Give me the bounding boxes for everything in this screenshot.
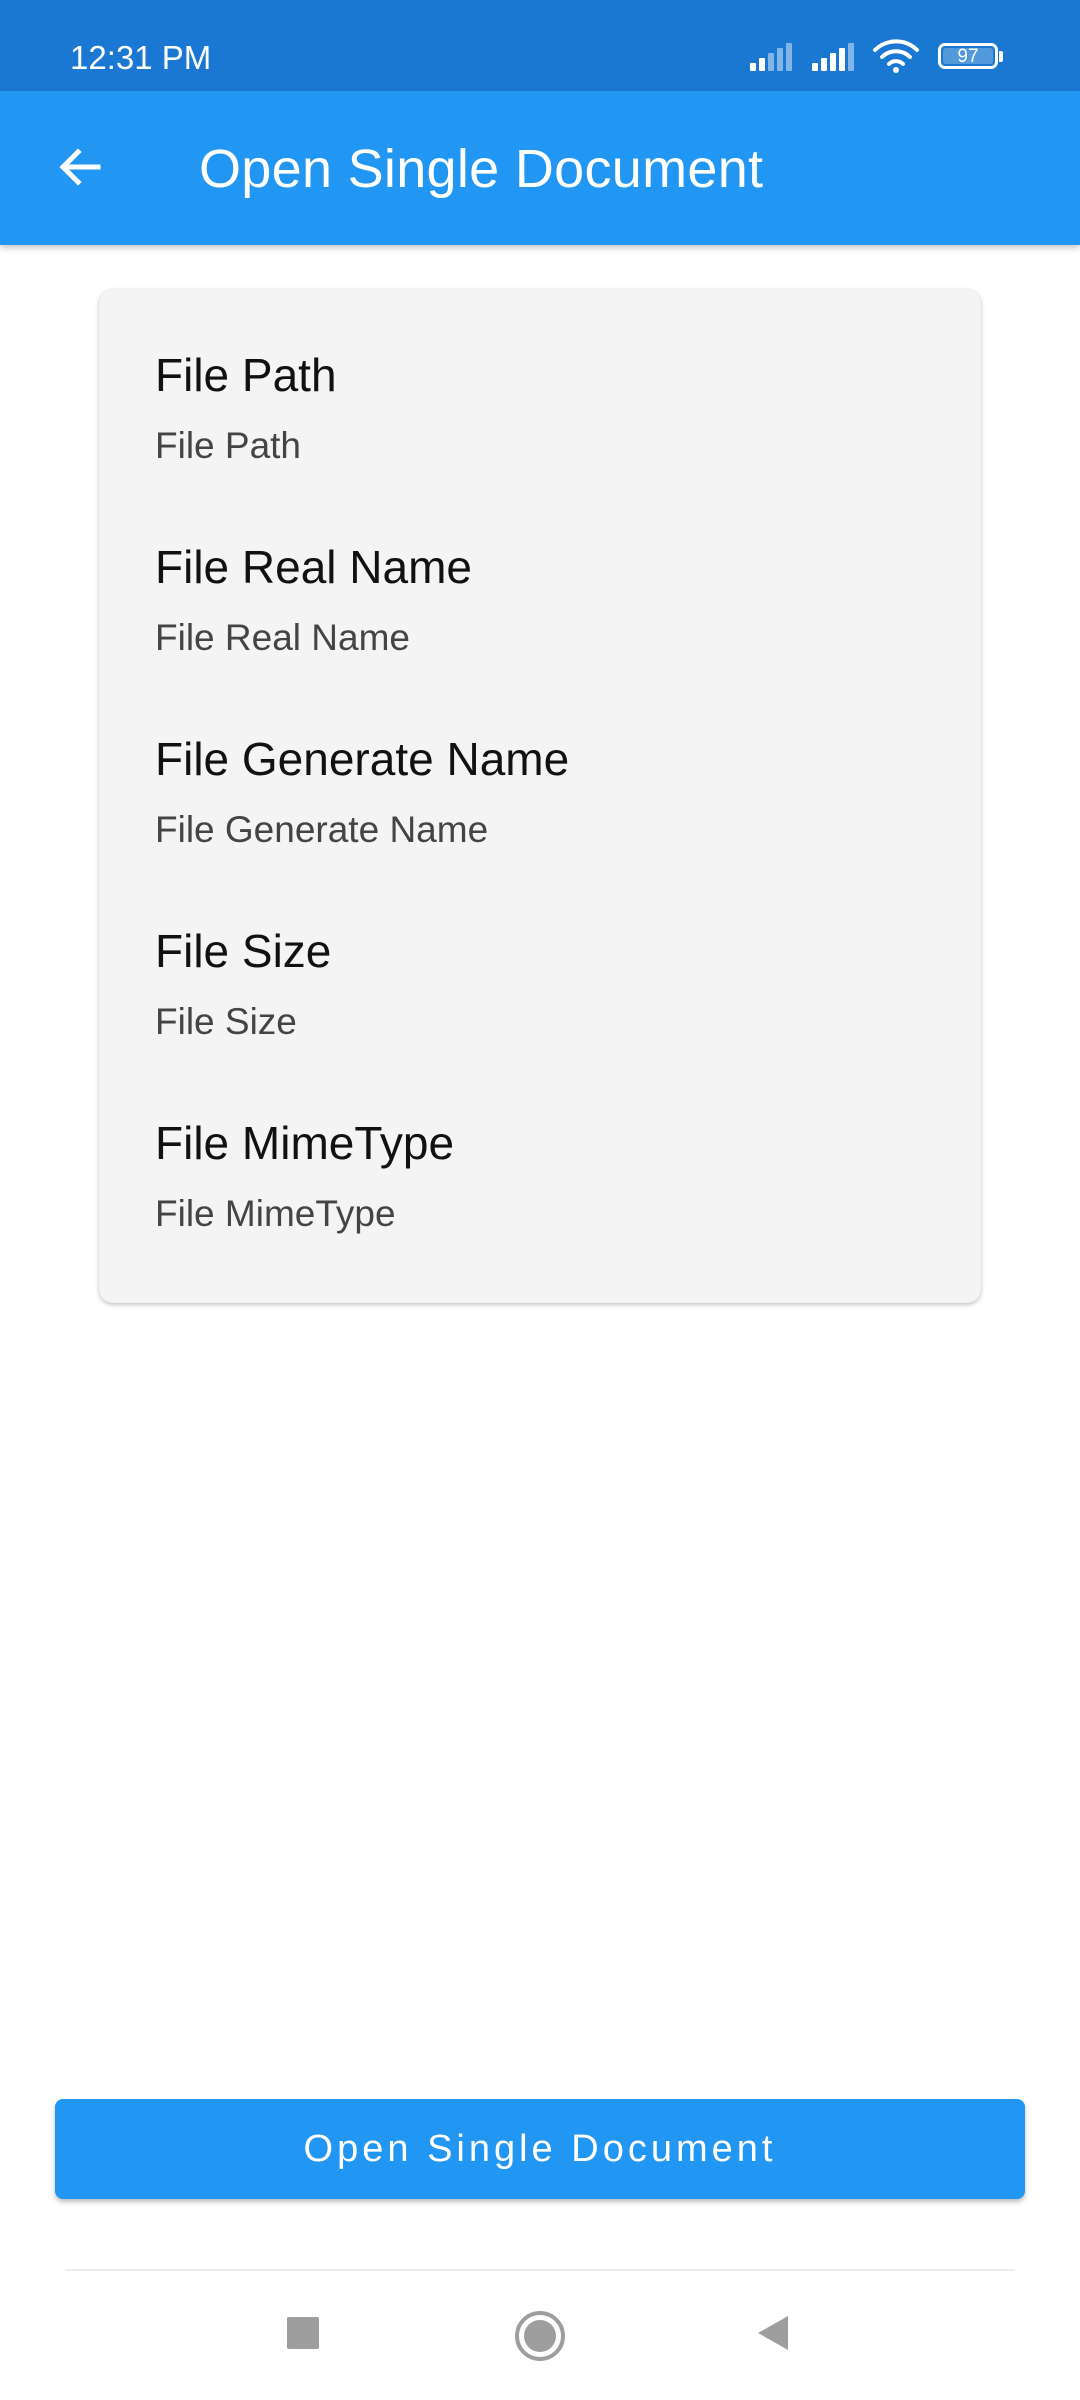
field-value: File Real Name xyxy=(155,617,410,658)
battery-level: 97 xyxy=(957,46,979,67)
field-value: File Size xyxy=(155,1001,297,1042)
signal-icon xyxy=(750,41,800,71)
back-triangle-icon xyxy=(758,2316,788,2350)
file-real-name-field: File Real Name File Real Name xyxy=(155,539,472,661)
system-back-button[interactable] xyxy=(752,2310,798,2356)
recents-square-icon xyxy=(287,2317,319,2349)
open-single-document-button[interactable]: Open Single Document xyxy=(55,2099,1025,2199)
status-time: 12:31 PM xyxy=(70,39,212,76)
field-value: File Generate Name xyxy=(155,809,489,850)
status-bar: 12:31 PM 97 xyxy=(0,0,1080,91)
file-path-field: File Path File Path xyxy=(155,347,337,469)
field-title: File Generate Name xyxy=(155,733,570,785)
home-button[interactable] xyxy=(512,2308,568,2364)
field-value: File MimeType xyxy=(155,1193,396,1234)
file-size-field: File Size File Size xyxy=(155,923,331,1045)
field-value: File Path xyxy=(155,425,302,466)
back-button[interactable] xyxy=(40,127,120,207)
battery-icon: 97 xyxy=(938,43,998,69)
app-bar: Open Single Document xyxy=(0,91,1080,245)
wifi-icon xyxy=(873,39,919,73)
signal-icon xyxy=(812,41,862,71)
battery-nub xyxy=(999,51,1003,62)
file-info-card: File Path File Path File Real Name File … xyxy=(99,289,981,1303)
recents-button[interactable] xyxy=(280,2310,326,2356)
field-title: File Real Name xyxy=(155,541,472,593)
home-circle-icon xyxy=(515,2311,565,2361)
page-title: Open Single Document xyxy=(199,139,764,199)
file-mimetype-field: File MimeType File MimeType xyxy=(155,1115,454,1237)
file-generate-name-field: File Generate Name File Generate Name xyxy=(155,731,569,853)
field-title: File MimeType xyxy=(155,1117,455,1169)
field-title: File Size xyxy=(155,925,332,977)
nav-divider xyxy=(65,2269,1015,2271)
status-icons: 97 xyxy=(750,36,1005,76)
arrow-left-icon xyxy=(59,148,101,186)
field-title: File Path xyxy=(155,349,337,401)
